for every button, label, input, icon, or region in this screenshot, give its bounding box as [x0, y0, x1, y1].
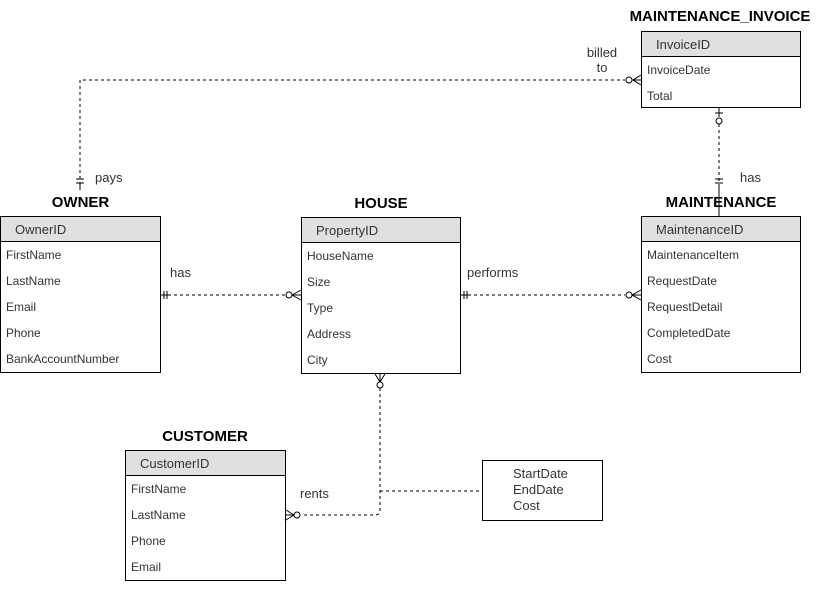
attribute: HouseName [307, 249, 374, 263]
attribute: Phone [131, 534, 166, 548]
attribute: City [307, 353, 328, 367]
attribute: Total [647, 89, 673, 103]
attribute: MaintenanceItem [647, 248, 740, 262]
one-and-only-one-icon [461, 291, 468, 299]
entity-title-house: HOUSE [354, 195, 408, 212]
rents-attribute: EndDate [513, 482, 564, 497]
attribute: LastName [6, 274, 61, 288]
zero-or-many-icon [625, 74, 642, 86]
billed-to-label-line1: billed [586, 45, 618, 60]
one-and-only-one-icon [161, 291, 168, 299]
zero-or-many-icon [285, 509, 301, 521]
rents-attribute: StartDate [513, 466, 568, 481]
pays-label: pays [95, 170, 123, 185]
entity-owner[interactable]: OwnerID FirstName LastName Email Phone B… [0, 216, 161, 373]
entity-title-customer: CUSTOMER [162, 428, 248, 445]
rents-attribute-box[interactable]: StartDate EndDate Cost [482, 460, 603, 521]
invoice-has-label: has [740, 170, 761, 185]
owner-has-label: has [170, 265, 191, 280]
attribute: Email [6, 300, 37, 314]
attribute: Address [307, 327, 352, 341]
zero-or-many-icon [374, 373, 386, 389]
attribute: Size [307, 275, 331, 289]
attribute: FirstName [131, 482, 187, 496]
entity-customer[interactable]: CustomerID FirstName LastName Phone Emai… [125, 450, 286, 581]
rents-label: rents [300, 486, 329, 501]
zero-or-one-icon [715, 108, 723, 125]
entity-title-maintenance-invoice: MAINTENANCE_INVOICE [629, 8, 811, 25]
attribute: CompletedDate [647, 326, 731, 340]
entity-title-owner: OWNER [51, 194, 110, 211]
attribute: Type [307, 301, 334, 315]
zero-or-many-icon [285, 289, 302, 301]
primary-key: InvoiceID [642, 32, 800, 57]
performs-label: performs [467, 265, 519, 280]
entity-maintenance-invoice[interactable]: InvoiceID InvoiceDate Total [641, 31, 801, 108]
billed-to-connector [79, 79, 625, 185]
attribute: RequestDetail [647, 300, 723, 314]
attribute: RequestDate [647, 274, 718, 288]
attribute: Cost [647, 352, 672, 366]
billed-to-label-line2: to [596, 60, 608, 75]
primary-key: OwnerID [1, 217, 160, 242]
attribute: LastName [131, 508, 186, 522]
attribute: InvoiceDate [647, 63, 711, 77]
attribute: Email [131, 560, 162, 574]
entity-maintenance[interactable]: MaintenanceID MaintenanceItem RequestDat… [641, 216, 801, 373]
billed-to-label: billed to [582, 45, 622, 75]
primary-key: CustomerID [126, 451, 285, 476]
attribute: FirstName [6, 248, 62, 262]
zero-or-many-icon [625, 289, 642, 301]
entity-title-maintenance: MAINTENANCE [665, 194, 777, 211]
primary-key: PropertyID [302, 218, 460, 243]
rents-attribute: Cost [513, 498, 540, 513]
attribute: Phone [6, 326, 41, 340]
attribute: BankAccountNumber [6, 352, 120, 366]
primary-key: MaintenanceID [642, 217, 800, 242]
entity-house[interactable]: PropertyID HouseName Size Type Address C… [301, 217, 461, 374]
